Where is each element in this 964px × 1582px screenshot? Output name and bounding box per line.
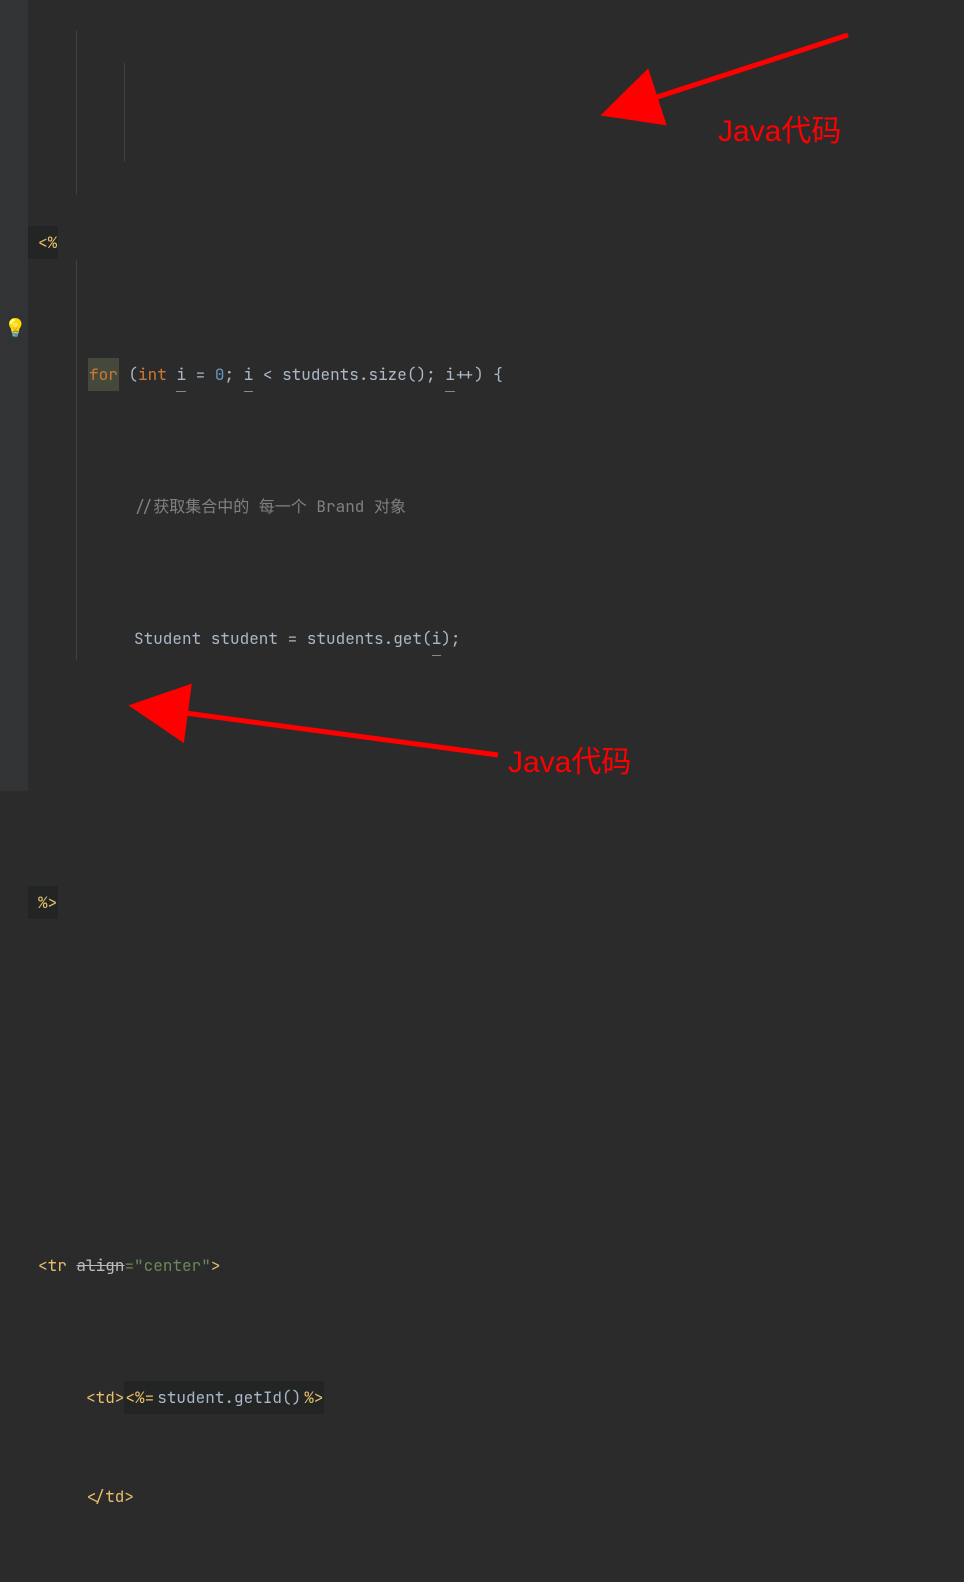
code-line [28,1117,964,1150]
code-line: </td> [28,1480,964,1513]
code-line: <tr align="center"> [28,1249,964,1282]
code-line: <% [28,226,964,259]
code-area[interactable]: <% for (int i = 0; i < students.size(); … [28,0,964,791]
code-line: Student student = students.get(i); [28,622,964,655]
code-line [28,1018,964,1051]
gutter: 💡 [0,0,28,791]
code-editor[interactable]: 💡 <% for (int i = 0; i < students.size()… [0,0,964,791]
code-line: for (int i = 0; i < students.size(); i++… [28,358,964,391]
code-line: %> [28,886,964,919]
lightbulb-icon[interactable]: 💡 [4,317,26,340]
indent-guides [28,0,86,791]
arrow-icon [618,25,858,145]
arrow-icon [148,690,528,780]
code-line: //获取集合中的 每一个 Brand 对象 [28,490,964,523]
code-line: <td><%=student.getId()%> [28,1381,964,1414]
